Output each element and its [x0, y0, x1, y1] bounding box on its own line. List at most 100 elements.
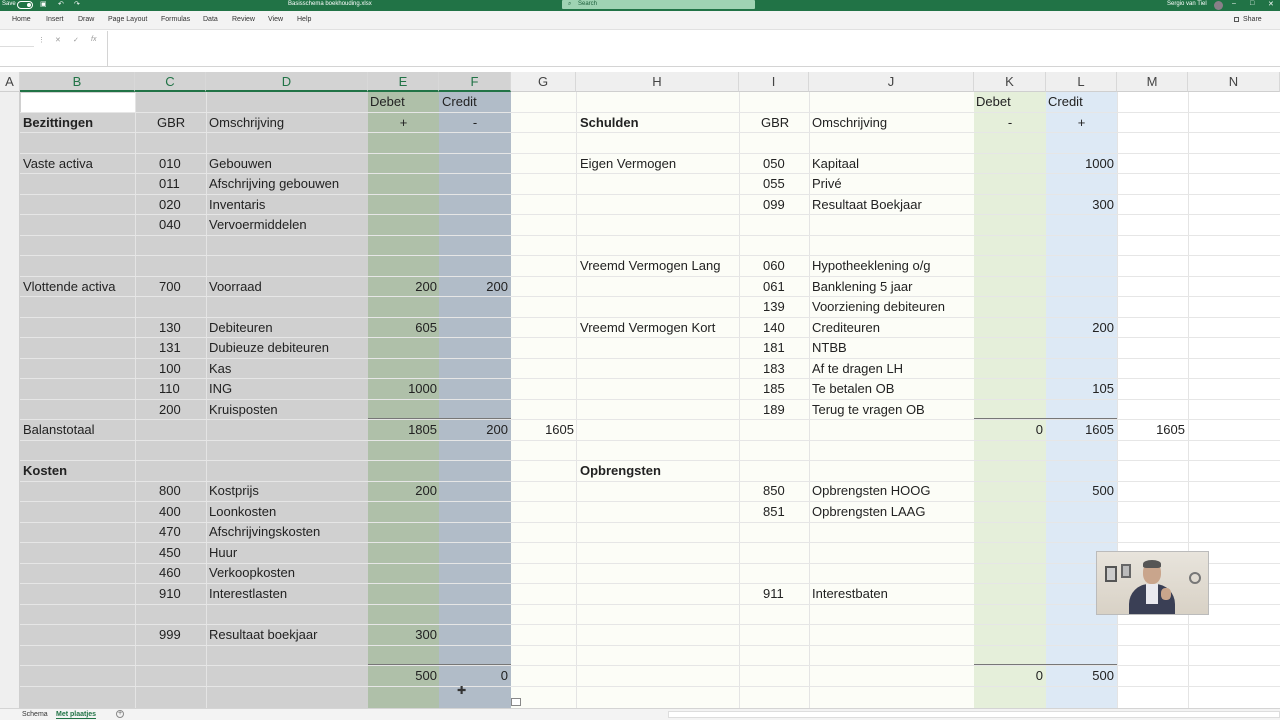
account-name[interactable]: Terug te vragen OB — [812, 400, 925, 420]
opbr-debet-total[interactable]: 0 — [974, 666, 1043, 686]
credit-value[interactable]: 105 — [1046, 379, 1114, 399]
right-plus-sign[interactable]: + — [1046, 113, 1117, 133]
account-name[interactable]: Interestbaten — [812, 584, 888, 604]
tab-help[interactable]: Help — [297, 16, 311, 23]
account-code[interactable]: 100 — [159, 359, 181, 379]
account-code[interactable]: 851 — [763, 502, 785, 522]
tab-view[interactable]: View — [268, 16, 283, 23]
balans-credit-total-right[interactable]: 1605 — [1046, 420, 1114, 440]
account-name[interactable]: Huur — [209, 543, 237, 563]
user-name[interactable]: Sergio van Tiel — [1167, 1, 1207, 7]
account-code[interactable]: 999 — [159, 625, 181, 645]
account-code[interactable]: 020 — [159, 195, 181, 215]
col-header-e[interactable]: E — [368, 72, 439, 92]
account-code[interactable]: 099 — [763, 195, 785, 215]
right-omschrijving-header[interactable]: Omschrijving — [812, 113, 887, 133]
left-gbr-header[interactable]: GBR — [157, 113, 185, 133]
kosten-title[interactable]: Kosten — [23, 461, 67, 481]
vlottende-activa-label[interactable]: Vlottende activa — [23, 277, 116, 297]
account-code[interactable]: 185 — [763, 379, 785, 399]
tab-home[interactable]: Home — [12, 16, 31, 23]
account-name[interactable]: Dubieuze debiteuren — [209, 338, 329, 358]
credit-value[interactable]: 1000 — [1046, 154, 1114, 174]
opbrengsten-title[interactable]: Opbrengsten — [580, 461, 661, 481]
account-name[interactable]: Te betalen OB — [812, 379, 894, 399]
col-header-f[interactable]: F — [439, 72, 511, 92]
right-header-credit[interactable]: Credit — [1048, 92, 1083, 112]
account-code[interactable]: 011 — [159, 174, 180, 194]
account-name[interactable]: NTBB — [812, 338, 847, 358]
account-name[interactable]: Resultaat Boekjaar — [812, 195, 922, 215]
account-code[interactable]: 061 — [763, 277, 785, 297]
account-name[interactable]: Inventaris — [209, 195, 265, 215]
account-name[interactable]: Kapitaal — [812, 154, 859, 174]
account-code[interactable]: 050 — [763, 154, 785, 174]
account-name[interactable]: Afschrijvingskosten — [209, 522, 320, 542]
account-name[interactable]: Afschrijving gebouwen — [209, 174, 339, 194]
function-icon[interactable]: fx — [91, 36, 96, 43]
account-name[interactable]: Kruisposten — [209, 400, 278, 420]
tab-page-layout[interactable]: Page Layout — [108, 16, 147, 23]
bezittingen-title[interactable]: Bezittingen — [23, 113, 93, 133]
account-name[interactable]: Resultaat boekjaar — [209, 625, 317, 645]
account-code[interactable]: 400 — [159, 502, 181, 522]
row-header-strip[interactable] — [0, 92, 20, 708]
quick-analysis-icon[interactable] — [511, 698, 521, 706]
schulden-title[interactable]: Schulden — [580, 113, 639, 133]
account-name[interactable]: Kostprijs — [209, 481, 259, 501]
account-code[interactable]: 131 — [159, 338, 181, 358]
close-button[interactable]: ✕ — [1268, 0, 1274, 8]
account-name[interactable]: Hypotheeklening o/g — [812, 256, 931, 276]
kosten-credit-total[interactable]: 0 — [439, 666, 508, 686]
col-header-n[interactable]: N — [1188, 72, 1280, 92]
account-code[interactable]: 140 — [763, 318, 785, 338]
credit-value[interactable]: 300 — [1046, 195, 1114, 215]
col-header-j[interactable]: J — [809, 72, 974, 92]
name-box[interactable] — [0, 35, 34, 47]
account-code[interactable]: 470 — [159, 522, 181, 542]
col-header-l[interactable]: L — [1046, 72, 1117, 92]
left-plus-sign[interactable]: + — [368, 113, 439, 133]
account-code[interactable]: 010 — [159, 154, 181, 174]
kosten-debet-total[interactable]: 500 — [368, 666, 437, 686]
account-code[interactable]: 800 — [159, 481, 181, 501]
balans-debet-total-right[interactable]: 0 — [974, 420, 1043, 440]
account-name[interactable]: Opbrengsten LAAG — [812, 502, 925, 522]
selected-cell-b2[interactable] — [21, 93, 135, 112]
vreemd-vermogen-kort-label[interactable]: Vreemd Vermogen Kort — [580, 318, 715, 338]
col-header-d[interactable]: D — [206, 72, 368, 92]
balans-debet-total[interactable]: 1805 — [368, 420, 437, 440]
tab-data[interactable]: Data — [203, 16, 218, 23]
tab-review[interactable]: Review — [232, 16, 255, 23]
account-name[interactable]: Voorraad — [209, 277, 262, 297]
debet-value[interactable]: 1000 — [368, 379, 437, 399]
account-code[interactable]: 183 — [763, 359, 785, 379]
account-code[interactable]: 139 — [763, 297, 785, 317]
account-name[interactable]: Crediteuren — [812, 318, 880, 338]
account-name[interactable]: Vervoermiddelen — [209, 215, 307, 235]
account-name[interactable]: Debiteuren — [209, 318, 273, 338]
account-name[interactable]: Opbrengsten HOOG — [812, 481, 931, 501]
account-code[interactable]: 040 — [159, 215, 181, 235]
search-box[interactable]: ⌕ Search — [562, 0, 755, 9]
balanstotaal-label[interactable]: Balanstotaal — [23, 420, 95, 440]
redo-icon[interactable]: ↷ — [74, 0, 80, 8]
balans-credit-total[interactable]: 200 — [439, 420, 508, 440]
account-code[interactable]: 130 — [159, 318, 181, 338]
more-icon[interactable]: ⋮ — [38, 36, 45, 44]
vreemd-vermogen-lang-label[interactable]: Vreemd Vermogen Lang — [580, 256, 720, 276]
tab-draw[interactable]: Draw — [78, 16, 94, 23]
vaste-activa-label[interactable]: Vaste activa — [23, 154, 93, 174]
account-code[interactable]: 450 — [159, 543, 181, 563]
tab-formulas[interactable]: Formulas — [161, 16, 190, 23]
left-header-credit[interactable]: Credit — [442, 92, 477, 112]
left-minus-sign[interactable]: - — [439, 113, 511, 133]
account-name[interactable]: Gebouwen — [209, 154, 272, 174]
account-name[interactable]: Loonkosten — [209, 502, 276, 522]
right-header-debet[interactable]: Debet — [976, 92, 1011, 112]
col-header-g[interactable]: G — [511, 72, 576, 92]
enter-icon[interactable]: ✓ — [73, 36, 79, 44]
file-name[interactable]: Basisschema boekhouding.xlsx — [288, 1, 372, 7]
account-code[interactable]: 181 — [763, 338, 785, 358]
account-name[interactable]: Banklening 5 jaar — [812, 277, 912, 297]
